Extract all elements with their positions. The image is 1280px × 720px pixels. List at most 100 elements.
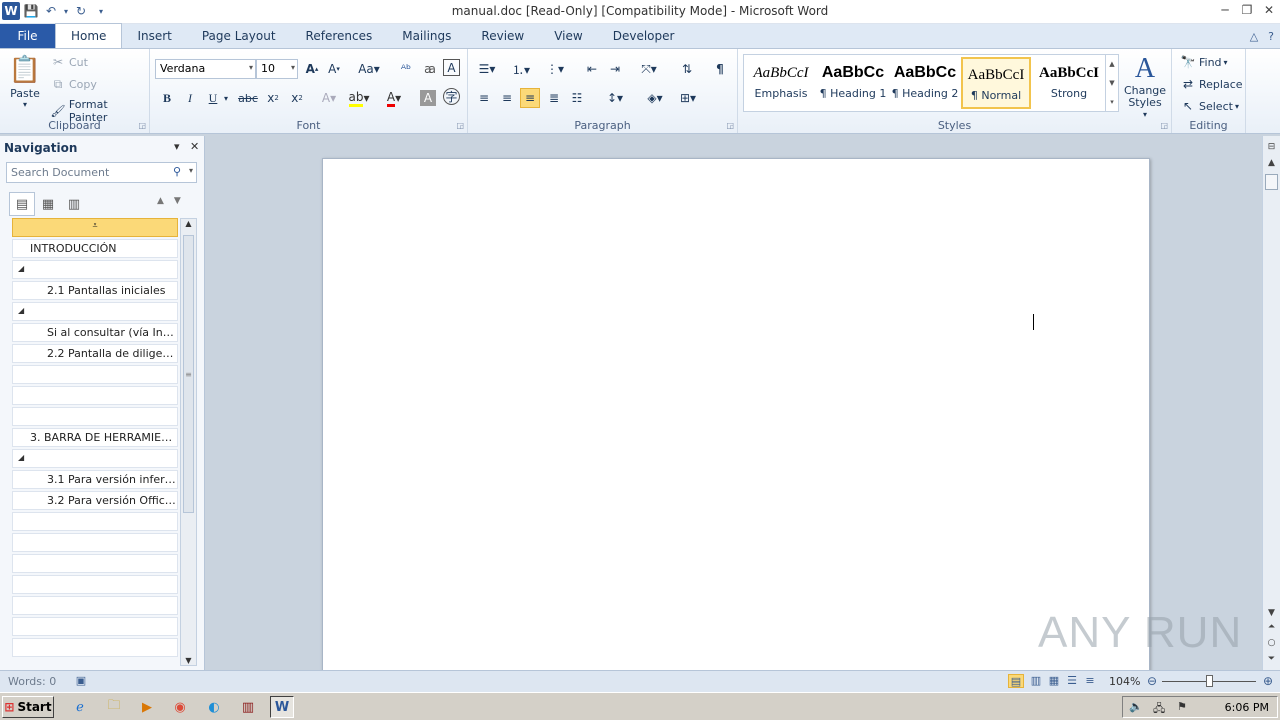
nav-heading-item[interactable]: [12, 596, 178, 615]
nav-heading-item[interactable]: INTRODUCCIÓN: [12, 239, 178, 258]
line-spacing-icon[interactable]: ↕▾: [602, 88, 628, 108]
minimize-button[interactable]: ─: [1214, 0, 1236, 20]
close-button[interactable]: ✕: [1258, 0, 1280, 20]
scroll-thumb[interactable]: ≡: [183, 235, 194, 513]
browse-results-icon[interactable]: ▥: [61, 192, 87, 216]
print-layout-icon[interactable]: ▤: [1008, 674, 1024, 688]
web-layout-icon[interactable]: ▦: [1046, 674, 1062, 688]
borders-icon[interactable]: ⊞▾: [675, 88, 701, 108]
word-taskbar-icon[interactable]: W: [270, 696, 294, 718]
search-icon[interactable]: ⚲: [173, 165, 181, 178]
nav-heading-item[interactable]: 2.2 Pantalla de diligenc...: [12, 344, 178, 363]
text-effects-icon[interactable]: A▾: [319, 88, 339, 108]
zoom-slider-thumb[interactable]: [1206, 675, 1213, 687]
nav-heading-item[interactable]: [12, 554, 178, 573]
network-icon[interactable]: 🖧: [1153, 700, 1165, 719]
word-count[interactable]: Words: 0: [8, 675, 56, 688]
gallery-more-icon[interactable]: ▾: [1110, 98, 1114, 106]
dialog-launcher-icon[interactable]: ◲: [456, 121, 464, 130]
change-styles-button[interactable]: A Change Styles ▾: [1121, 53, 1169, 121]
scroll-up-icon[interactable]: ▲: [1109, 60, 1114, 68]
scroll-thumb[interactable]: [1265, 174, 1278, 190]
close-pane-icon[interactable]: ✕: [190, 140, 199, 153]
browse-object-icon[interactable]: ○: [1263, 638, 1280, 648]
scroll-down-icon[interactable]: ▼: [181, 656, 196, 665]
draft-icon[interactable]: ≡: [1082, 674, 1098, 688]
font-color-icon[interactable]: A ▾: [384, 88, 404, 108]
nav-heading-item[interactable]: [12, 533, 178, 552]
character-shading-icon[interactable]: A: [420, 90, 436, 106]
show-hide-icon[interactable]: ¶: [710, 59, 730, 79]
replace-button[interactable]: ⇄ Replace: [1180, 76, 1243, 92]
minimize-ribbon-icon[interactable]: △: [1250, 30, 1258, 43]
flag-icon[interactable]: ⚑: [1177, 700, 1187, 713]
nav-heading-item[interactable]: ◢: [12, 260, 178, 279]
font-size-combo[interactable]: 10 ▾: [256, 59, 298, 79]
nav-heading-item[interactable]: 3.1 Para versión inferio...: [12, 470, 178, 489]
nav-heading-item[interactable]: ◢: [12, 302, 178, 321]
dialog-launcher-icon[interactable]: ◲: [726, 121, 734, 130]
style-heading-1[interactable]: AaBbCc ¶ Heading 1: [818, 57, 888, 109]
zoom-out-icon[interactable]: ⊖: [1144, 674, 1160, 688]
nav-heading-item[interactable]: [12, 512, 178, 531]
scroll-down-icon[interactable]: ▼: [1109, 79, 1114, 87]
numbering-icon[interactable]: ⒈▾: [508, 59, 534, 79]
sort-icon[interactable]: ⇅: [677, 59, 697, 79]
tab-file[interactable]: File: [0, 24, 55, 48]
align-center-icon[interactable]: ≡: [497, 88, 517, 108]
nav-heading-item[interactable]: ◢: [12, 449, 178, 468]
increase-indent-icon[interactable]: ⇥: [605, 59, 625, 79]
search-options-icon[interactable]: ▾: [189, 166, 193, 175]
full-screen-reading-icon[interactable]: ▥: [1028, 674, 1044, 688]
shrink-font-icon[interactable]: A ▾: [324, 59, 344, 79]
scroll-down-icon[interactable]: ▼: [1263, 608, 1280, 618]
tab-mailings[interactable]: Mailings: [387, 24, 466, 48]
previous-page-icon[interactable]: ⏶: [1263, 622, 1280, 632]
nav-scrollbar[interactable]: ▲ ≡ ▼: [180, 218, 197, 666]
next-page-icon[interactable]: ⏷: [1263, 654, 1280, 664]
paste-button[interactable]: 📋 Paste ▾: [8, 53, 42, 113]
pane-options-icon[interactable]: ▾: [174, 140, 180, 153]
previous-heading-icon[interactable]: ▲: [157, 196, 164, 206]
asian-layout-icon[interactable]: ⤧▾: [636, 59, 662, 79]
subscript-icon[interactable]: x2: [263, 88, 283, 108]
nav-heading-item[interactable]: 3.2 Para versión Office ...: [12, 491, 178, 510]
nav-heading-item[interactable]: [12, 365, 178, 384]
multilevel-list-icon[interactable]: ⋮▾: [542, 59, 568, 79]
nav-heading-item[interactable]: [12, 386, 178, 405]
style-normal[interactable]: AaBbCcI ¶ Normal: [961, 57, 1031, 109]
tab-developer[interactable]: Developer: [598, 24, 690, 48]
tab-page-layout[interactable]: Page Layout: [187, 24, 291, 48]
change-case-icon[interactable]: Aa▾: [356, 59, 382, 79]
winrar-icon[interactable]: ▥: [236, 696, 260, 718]
nav-heading-item[interactable]: [12, 617, 178, 636]
select-button[interactable]: ↖ Select ▾: [1180, 98, 1239, 114]
nav-heading-item[interactable]: 2.1 Pantallas iniciales: [12, 281, 178, 300]
internet-explorer-icon[interactable]: ℯ: [68, 696, 92, 718]
gallery-scroll[interactable]: ▲ ▼ ▾: [1105, 55, 1118, 111]
italic-icon[interactable]: I: [180, 88, 200, 108]
bold-icon[interactable]: B: [157, 88, 177, 108]
ruler-toggle-icon[interactable]: ⊟: [1263, 142, 1280, 152]
tab-home[interactable]: Home: [55, 23, 123, 48]
shading-icon[interactable]: ◈▾: [642, 88, 668, 108]
style-strong[interactable]: AaBbCcI Strong: [1034, 57, 1104, 109]
help-icon[interactable]: ?: [1268, 30, 1274, 43]
nav-heading-item[interactable]: [12, 638, 178, 657]
underline-dropdown-icon[interactable]: ▾: [221, 88, 231, 108]
tab-view[interactable]: View: [539, 24, 597, 48]
macro-record-icon[interactable]: ▣: [73, 674, 89, 688]
start-button[interactable]: ⊞ Start: [2, 696, 54, 718]
outline-icon[interactable]: ☰: [1064, 674, 1080, 688]
next-heading-icon[interactable]: ▼: [174, 196, 181, 206]
align-right-icon[interactable]: ≡: [520, 88, 540, 108]
expand-collapse-icon[interactable]: ◢: [18, 453, 24, 462]
tab-references[interactable]: References: [291, 24, 388, 48]
restore-button[interactable]: ❐: [1236, 0, 1258, 20]
dialog-launcher-icon[interactable]: ◲: [138, 121, 146, 130]
search-document-input[interactable]: Search Document ⚲ ▾: [6, 162, 197, 183]
document-page[interactable]: [322, 158, 1150, 670]
vertical-scrollbar[interactable]: ⊟ ▲ ▼ ⏶ ○ ⏷: [1262, 136, 1280, 670]
browse-pages-icon[interactable]: ▦: [35, 192, 61, 216]
scroll-up-icon[interactable]: ▲: [1263, 158, 1280, 168]
